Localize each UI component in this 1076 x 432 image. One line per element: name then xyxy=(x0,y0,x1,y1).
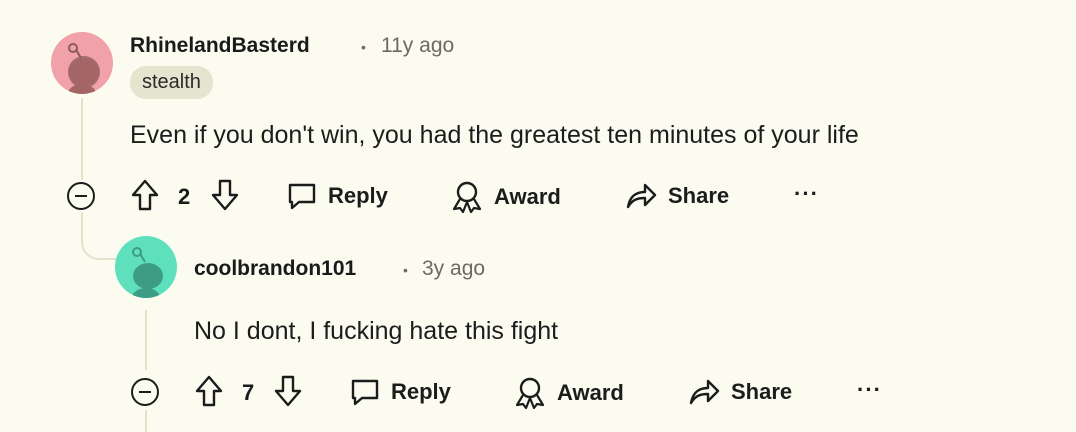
vote-count: 7 xyxy=(242,380,255,405)
reply-icon xyxy=(286,180,318,212)
upvote-button[interactable] xyxy=(194,374,224,408)
separator-dot: • xyxy=(361,39,366,55)
vote-count: 2 xyxy=(178,184,191,209)
award-icon xyxy=(450,180,484,214)
upvote-button[interactable] xyxy=(130,178,160,212)
username[interactable]: RhinelandBasterd xyxy=(130,34,310,58)
downvote-button[interactable] xyxy=(210,178,240,212)
comment-body: Even if you don't win, you had the great… xyxy=(130,121,859,149)
arrow-up-icon xyxy=(130,178,160,212)
arrow-down-icon xyxy=(210,178,240,212)
reply-label: Reply xyxy=(391,379,451,404)
arrow-down-icon xyxy=(273,374,303,408)
reply-icon xyxy=(349,376,381,408)
comment-body: No I dont, I fucking hate this fight xyxy=(194,317,559,345)
avatar[interactable] xyxy=(51,32,113,94)
separator-dot: • xyxy=(403,262,408,278)
timestamp[interactable]: 11y ago xyxy=(381,34,454,58)
timestamp[interactable]: 3y ago xyxy=(422,257,485,281)
thread-line-elbow xyxy=(81,212,119,260)
reply-button[interactable]: Reply xyxy=(286,180,388,212)
user-flair: stealth xyxy=(130,66,213,99)
username[interactable]: coolbrandon101 xyxy=(194,257,356,281)
thread-line xyxy=(145,310,147,370)
more-options-button[interactable]: ··· xyxy=(794,181,819,207)
downvote-button[interactable] xyxy=(273,374,303,408)
share-label: Share xyxy=(668,183,730,208)
share-button[interactable]: Share xyxy=(624,180,729,212)
award-button[interactable]: Award xyxy=(513,376,624,410)
thread-line xyxy=(145,410,147,432)
thread-line xyxy=(81,98,83,180)
share-icon xyxy=(624,180,658,212)
collapse-thread-button[interactable] xyxy=(131,378,159,406)
award-icon xyxy=(513,376,547,410)
share-icon xyxy=(687,376,721,408)
avatar[interactable] xyxy=(115,236,177,298)
award-label: Award xyxy=(494,184,561,209)
award-label: Award xyxy=(557,380,624,405)
snoo-avatar-icon xyxy=(115,236,177,298)
collapse-thread-button[interactable] xyxy=(67,182,95,210)
share-button[interactable]: Share xyxy=(687,376,792,408)
snoo-avatar-icon xyxy=(51,32,113,94)
share-label: Share xyxy=(731,379,793,404)
reply-button[interactable]: Reply xyxy=(349,376,451,408)
arrow-up-icon xyxy=(194,374,224,408)
award-button[interactable]: Award xyxy=(450,180,561,214)
reply-label: Reply xyxy=(328,183,388,208)
more-options-button[interactable]: ··· xyxy=(857,377,882,403)
